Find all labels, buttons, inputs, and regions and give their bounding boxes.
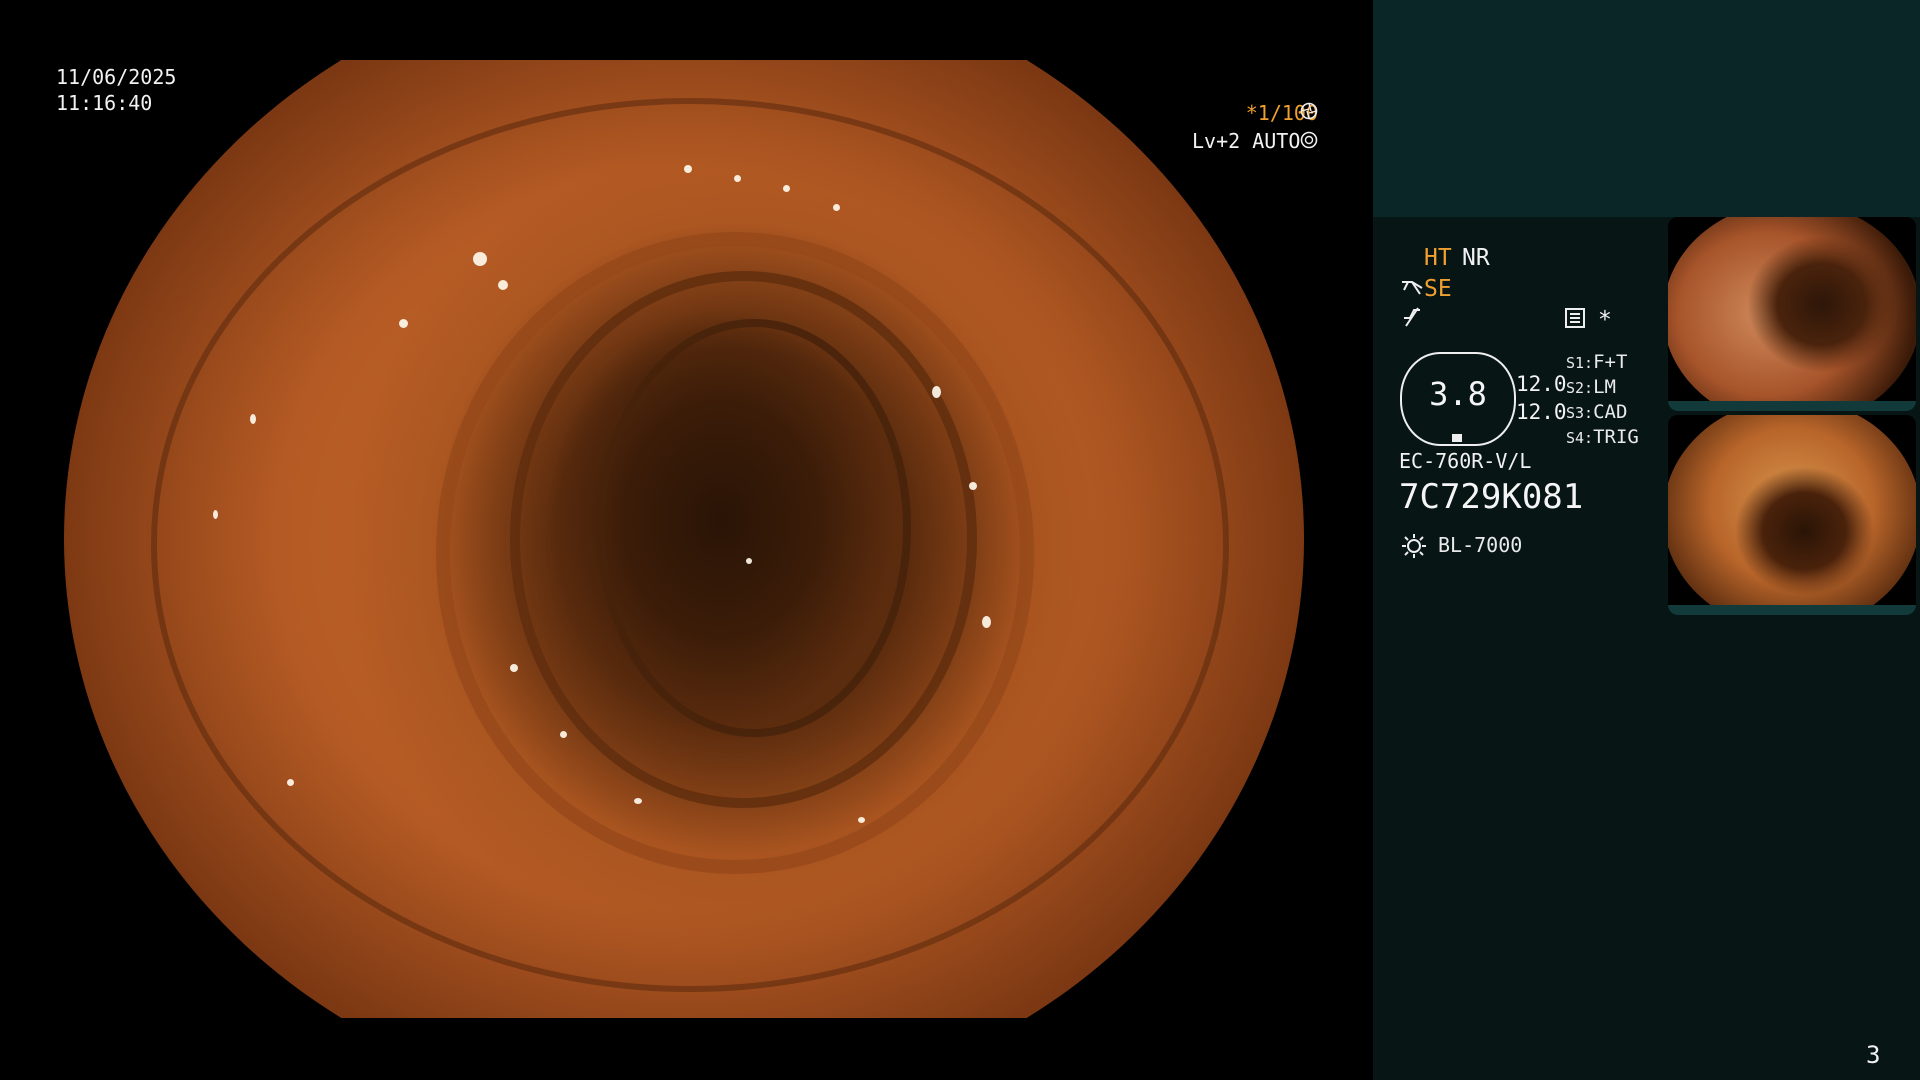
captured-thumbnail[interactable] (1668, 415, 1916, 615)
scope-serial: 7C729K081 (1399, 477, 1584, 517)
specular-highlight (398, 318, 408, 328)
gauge-value-2: 12.0 (1516, 400, 1567, 424)
switch-value: LM (1593, 376, 1616, 398)
specular-highlight (832, 203, 840, 211)
specular-highlight (212, 510, 218, 520)
specular-highlight (733, 174, 741, 182)
switch-item: S2:LM (1566, 375, 1639, 400)
specular-highlight (560, 730, 567, 738)
thumbnail-image (1668, 217, 1916, 411)
scope-model: EC-760R-V/L (1399, 449, 1532, 473)
mode-se-label: SE (1424, 276, 1452, 302)
specular-highlight (510, 663, 519, 672)
asterisk-icon: * (1598, 307, 1612, 333)
specular-highlight (981, 615, 991, 628)
switch-item: S4:TRIG (1566, 425, 1639, 450)
thumbnail-bar (1668, 605, 1916, 615)
mode-ht-label: HT (1424, 245, 1452, 271)
mode-ht: HT (1424, 244, 1452, 272)
time-label: 11:16:40 (56, 91, 153, 115)
specular-highlight (932, 385, 941, 398)
switch-value: F+T (1593, 351, 1628, 373)
date-label: 11/06/2025 (56, 65, 177, 89)
exposure-level: Lv+2 AUTO (1192, 129, 1301, 153)
flash-off-icon (1402, 306, 1422, 328)
endoscopy-live-view (64, 60, 1304, 1018)
zoom-value: 3.8 (1429, 375, 1487, 413)
scope-tip-icon (1400, 278, 1424, 298)
aperture-icon (1300, 102, 1318, 120)
thumbnail-bar (1668, 401, 1916, 411)
thumbnail-image (1668, 415, 1916, 615)
specular-highlight (473, 251, 488, 266)
switch-value: CAD (1593, 401, 1628, 423)
mode-se: SE (1424, 275, 1452, 303)
page-number: 3 (1866, 1041, 1881, 1069)
specular-highlight (634, 797, 643, 804)
specular-highlight (969, 481, 978, 490)
switch-key: S1: (1566, 354, 1594, 372)
switch-value: TRIG (1593, 426, 1639, 448)
specular-highlight (857, 816, 865, 823)
light-source-label: BL-7000 (1438, 533, 1523, 557)
switch-key: S2: (1566, 379, 1594, 397)
gauge-marker-icon (1452, 434, 1462, 442)
switch-item: S1:F+T (1566, 350, 1639, 375)
haustral-fold (597, 318, 911, 738)
switch-key: S4: (1566, 429, 1594, 447)
specular-highlight (287, 778, 295, 786)
switch-item: S3:CAD (1566, 400, 1639, 425)
switch-list: S1:F+T S2:LM S3:CAD S4:TRIG (1566, 350, 1639, 450)
light-source-icon (1400, 532, 1428, 560)
gauge-value-1: 12.0 (1516, 372, 1567, 396)
mode-nr-label: NR (1462, 245, 1490, 271)
colon-lumen-image (64, 60, 1304, 1018)
specular-highlight (783, 184, 791, 192)
captured-thumbnail[interactable] (1668, 217, 1916, 411)
switch-key: S3: (1566, 404, 1594, 422)
memory-card-icon (1564, 307, 1586, 329)
iris-icon (1300, 131, 1318, 149)
panel-header-area (1373, 0, 1920, 217)
zoom-gauge: 3.8 (1400, 352, 1516, 446)
